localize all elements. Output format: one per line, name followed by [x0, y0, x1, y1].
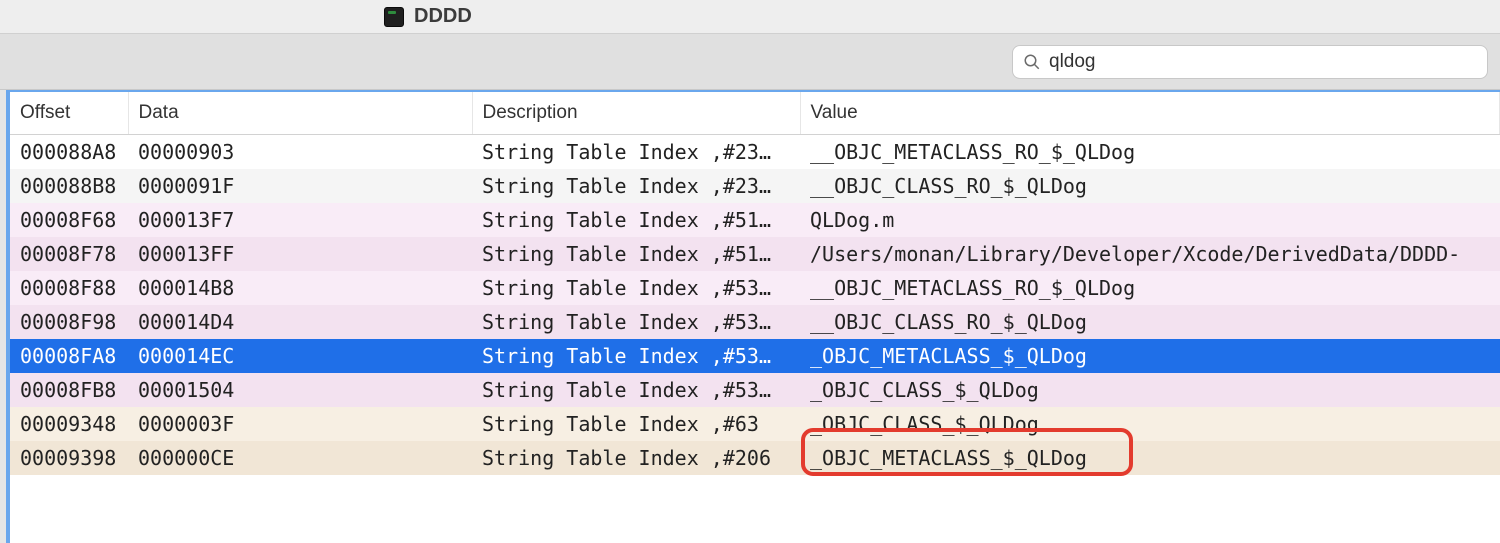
search-input[interactable] — [1049, 51, 1477, 73]
cell-offset: 00009348 — [10, 407, 128, 441]
table-row[interactable]: 00008F98000014D4String Table Index ,#53…… — [10, 305, 1500, 339]
table-row[interactable]: 000093480000003FString Table Index ,#63_… — [10, 407, 1500, 441]
cell-value: __OBJC_CLASS_RO_$_QLDog — [800, 169, 1500, 203]
cell-data: 0000091F — [128, 169, 472, 203]
table-row[interactable]: 00008F78000013FFString Table Index ,#51…… — [10, 237, 1500, 271]
symbol-table: Offset Data Description Value 000088A800… — [10, 92, 1500, 475]
toolbar — [0, 34, 1500, 90]
cell-data: 00000903 — [128, 135, 472, 170]
table-row[interactable]: 00009398000000CEString Table Index ,#206… — [10, 441, 1500, 475]
cell-value: _OBJC_METACLASS_$_QLDog — [800, 339, 1500, 373]
cell-desc: String Table Index ,#63 — [472, 407, 800, 441]
cell-data: 000014D4 — [128, 305, 472, 339]
cell-data: 0000003F — [128, 407, 472, 441]
cell-value: __OBJC_CLASS_RO_$_QLDog — [800, 305, 1500, 339]
cell-value: __OBJC_METACLASS_RO_$_QLDog — [800, 271, 1500, 305]
col-value[interactable]: Value — [800, 92, 1500, 135]
cell-value: _OBJC_CLASS_$_QLDog — [800, 407, 1500, 441]
cell-value: /Users/monan/Library/Developer/Xcode/Der… — [800, 237, 1500, 271]
cell-offset: 000088A8 — [10, 135, 128, 170]
cell-desc: String Table Index ,#53… — [472, 305, 800, 339]
cell-data: 000000CE — [128, 441, 472, 475]
table-panel: Offset Data Description Value 000088A800… — [6, 90, 1500, 543]
table-row[interactable]: 00008F88000014B8String Table Index ,#53…… — [10, 271, 1500, 305]
cell-offset: 00008F98 — [10, 305, 128, 339]
cell-offset: 00008F78 — [10, 237, 128, 271]
search-icon — [1023, 53, 1041, 71]
title-bar: DDDD — [0, 0, 1500, 34]
cell-offset: 00008FA8 — [10, 339, 128, 373]
cell-offset: 00008FB8 — [10, 373, 128, 407]
col-description[interactable]: Description — [472, 92, 800, 135]
table-row[interactable]: 00008F68000013F7String Table Index ,#51…… — [10, 203, 1500, 237]
cell-offset: 00009398 — [10, 441, 128, 475]
cell-desc: String Table Index ,#23… — [472, 135, 800, 170]
cell-value: QLDog.m — [800, 203, 1500, 237]
cell-desc: String Table Index ,#23… — [472, 169, 800, 203]
cell-desc: String Table Index ,#53… — [472, 339, 800, 373]
terminal-icon — [384, 7, 404, 27]
table-row[interactable]: 00008FB800001504String Table Index ,#53…… — [10, 373, 1500, 407]
cell-data: 000014EC — [128, 339, 472, 373]
search-field[interactable] — [1012, 45, 1488, 79]
cell-value: _OBJC_CLASS_$_QLDog — [800, 373, 1500, 407]
cell-data: 000013F7 — [128, 203, 472, 237]
cell-desc: String Table Index ,#53… — [472, 373, 800, 407]
col-data[interactable]: Data — [128, 92, 472, 135]
window-title: DDDD — [414, 5, 472, 28]
cell-desc: String Table Index ,#53… — [472, 271, 800, 305]
table-row[interactable]: 000088A800000903String Table Index ,#23…… — [10, 135, 1500, 170]
cell-offset: 000088B8 — [10, 169, 128, 203]
cell-offset: 00008F68 — [10, 203, 128, 237]
table-row[interactable]: 00008FA8000014ECString Table Index ,#53…… — [10, 339, 1500, 373]
cell-desc: String Table Index ,#206 — [472, 441, 800, 475]
cell-data: 000014B8 — [128, 271, 472, 305]
cell-value: _OBJC_METACLASS_$_QLDog — [800, 441, 1500, 475]
cell-desc: String Table Index ,#51… — [472, 203, 800, 237]
table-row[interactable]: 000088B80000091FString Table Index ,#23…… — [10, 169, 1500, 203]
cell-offset: 00008F88 — [10, 271, 128, 305]
cell-data: 000013FF — [128, 237, 472, 271]
cell-desc: String Table Index ,#51… — [472, 237, 800, 271]
col-offset[interactable]: Offset — [10, 92, 128, 135]
cell-data: 00001504 — [128, 373, 472, 407]
cell-value: __OBJC_METACLASS_RO_$_QLDog — [800, 135, 1500, 170]
table-header-row: Offset Data Description Value — [10, 92, 1500, 135]
